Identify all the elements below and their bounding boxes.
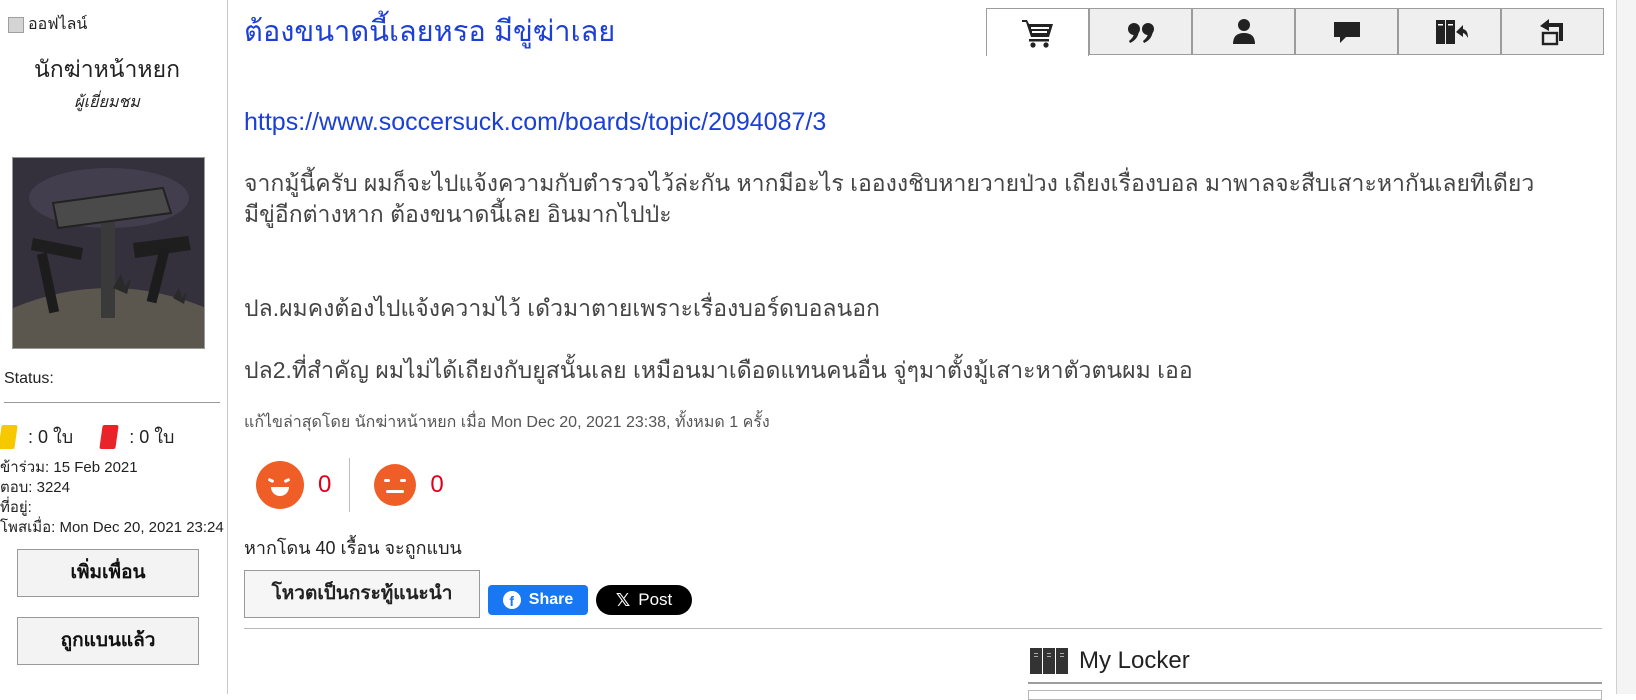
avatar[interactable] — [12, 157, 205, 349]
user-sidebar: ออฟไลน์ นักฆ่าหน้าหยก ผู้เยี่ยมชม Status… — [0, 0, 228, 694]
add-friend-button[interactable]: เพิ่มเพื่อน — [17, 549, 199, 597]
sad-count: 0 — [430, 471, 444, 498]
facebook-share-label: Share — [528, 591, 574, 608]
window-scrollbar[interactable] — [1616, 0, 1636, 694]
ban-note: หากโดน 40 เรื้อน จะถูกแบน — [244, 538, 462, 558]
post-divider — [244, 628, 1602, 629]
user-icon — [1232, 18, 1255, 44]
locker-title: My Locker — [1079, 647, 1190, 674]
message-icon — [1333, 21, 1360, 43]
yellow-card-count: : 0 ใบ — [28, 427, 74, 447]
offline-indicator-icon — [8, 16, 24, 33]
quote-icon — [1127, 22, 1154, 43]
profile-button[interactable] — [1192, 8, 1295, 55]
laugh-count: 0 — [318, 471, 332, 498]
yellow-card-icon — [0, 424, 18, 449]
cart-button[interactable] — [986, 8, 1089, 56]
locker-underline — [1028, 682, 1602, 684]
cart-icon — [1021, 19, 1053, 48]
quote-button[interactable] — [1089, 8, 1192, 55]
post-ps-line: ปล2.ที่สำคัญ ผมไม่ได้เถียงกับยูสนั้นเลย … — [244, 357, 1193, 383]
message-button[interactable] — [1295, 8, 1398, 55]
reply-button[interactable] — [1501, 8, 1604, 55]
locker-icon — [1435, 19, 1468, 44]
reply-icon — [1539, 18, 1563, 45]
post-toolbar — [986, 8, 1604, 56]
locker-content-box — [1028, 690, 1602, 700]
vote-recommend-button[interactable]: โหวตเป็นกระทู้แนะนำ — [244, 570, 480, 618]
x-post-label: Post — [638, 590, 673, 609]
status-label: Status: — [4, 370, 54, 387]
online-status-label: ออฟไลน์ — [28, 16, 88, 33]
username[interactable]: นักฆ่าหน้าหยก — [0, 52, 214, 88]
avatar-graveyard-image — [13, 158, 204, 348]
locker-button[interactable] — [1398, 8, 1501, 55]
banned-button[interactable]: ถูกแบนแล้ว — [17, 617, 199, 665]
my-locker-header: My Locker — [1030, 647, 1190, 675]
sidebar-divider — [4, 402, 220, 403]
reaction-divider — [349, 458, 351, 512]
user-role: ผู้เยี่ยมชม — [74, 94, 140, 111]
x-post-button[interactable]: 𝕏 Post — [596, 585, 692, 615]
facebook-share-button[interactable]: f Share — [488, 585, 588, 615]
post-ps-line: ปล.ผมคงต้องไปแจ้งความไว้ เดํวมาตายเพราะเ… — [244, 295, 880, 321]
red-card-count: : 0 ใบ — [129, 427, 175, 447]
card-counts: : 0 ใบ : 0 ใบ — [0, 422, 174, 451]
edit-note: แก้ไขล่าสุดโดย นักฆ่าหน้าหยก เมื่อ Mon D… — [244, 414, 770, 431]
locker-icon — [1030, 648, 1069, 674]
post-body-line: มีขู่อีกต่างหาก ต้องขนาดนี้เลย อินมากไปป… — [244, 201, 672, 227]
online-status: ออฟไลน์ — [8, 12, 87, 37]
facebook-icon: f — [502, 591, 521, 609]
post-link[interactable]: https://www.soccersuck.com/boards/topic/… — [244, 108, 826, 137]
x-logo-icon: 𝕏 — [615, 589, 631, 610]
post-body-line: จากมู้นี้ครับ ผมก็จะไปแจ้งความกับตำรวจไว… — [244, 170, 1535, 196]
sad-reaction-icon[interactable] — [374, 464, 417, 506]
laugh-reaction-icon[interactable] — [256, 461, 304, 509]
last-post-time: โพสเมื่อ: Mon Dec 20, 2021 23:24 — [0, 519, 224, 536]
reactions: 0 0 — [256, 458, 444, 512]
post-title[interactable]: ต้องขนาดนี้เลยหรอ มีขู่ฆ่าเลย — [244, 8, 615, 54]
red-card-icon — [99, 424, 119, 449]
